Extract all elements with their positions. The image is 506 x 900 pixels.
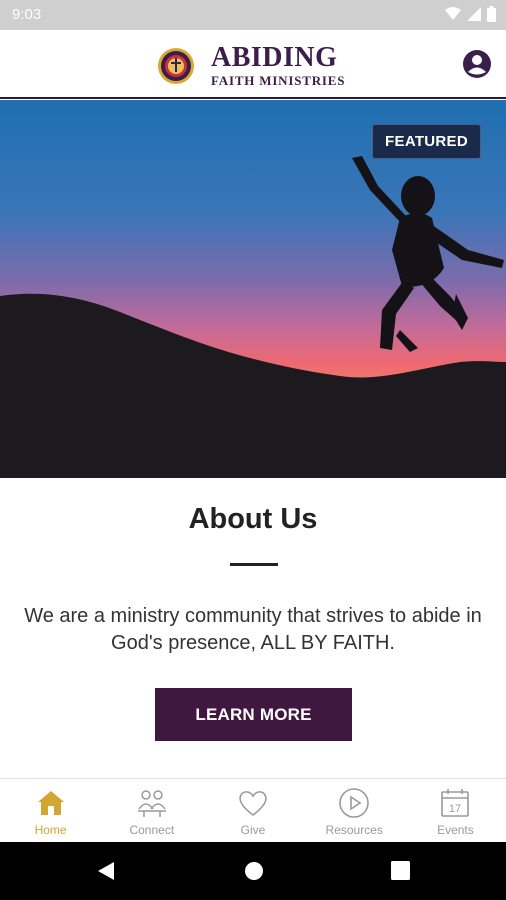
- status-bar: 9:03: [0, 0, 506, 30]
- profile-icon[interactable]: [462, 49, 492, 79]
- status-icons: [445, 6, 496, 22]
- nav-item-events[interactable]: 17 Events: [405, 779, 506, 842]
- featured-hero[interactable]: FEATURED: [0, 100, 506, 478]
- app-header: ABIDING FAITH MINISTRIES: [0, 30, 506, 99]
- nav-item-give[interactable]: Give: [202, 779, 303, 842]
- featured-badge: FEATURED: [372, 124, 481, 159]
- status-time: 9:03: [12, 6, 42, 23]
- nav-label-connect: Connect: [129, 823, 175, 837]
- calendar-icon: 17: [441, 789, 470, 817]
- battery-icon: [487, 6, 496, 22]
- back-icon[interactable]: [96, 861, 116, 881]
- learn-more-button[interactable]: LEARN MORE: [155, 688, 352, 741]
- calendar-day: 17: [449, 803, 461, 815]
- nav-label-resources: Resources: [325, 823, 383, 837]
- nav-label-home: Home: [34, 823, 67, 837]
- system-nav-bar: [0, 842, 506, 900]
- wifi-icon: [445, 7, 461, 20]
- about-title: About Us: [188, 503, 318, 535]
- about-divider: [230, 563, 278, 566]
- nav-item-connect[interactable]: Connect: [101, 779, 202, 842]
- bottom-nav: Home Connect Give Resources 17 Events: [0, 778, 506, 842]
- ministry-logo[interactable]: ABIDING FAITH MINISTRIES: [157, 44, 345, 87]
- nav-label-give: Give: [240, 823, 266, 837]
- nav-item-resources[interactable]: Resources: [304, 779, 405, 842]
- signal-icon: [467, 7, 481, 21]
- people-icon: [137, 790, 166, 817]
- home-circle-icon[interactable]: [244, 861, 264, 881]
- nav-label-events: Events: [437, 823, 474, 837]
- logo-title: ABIDING: [211, 42, 338, 73]
- play-icon: [339, 788, 370, 818]
- recents-icon[interactable]: [391, 861, 410, 880]
- about-description: We are a ministry community that strives…: [24, 605, 482, 654]
- nav-item-home[interactable]: Home: [0, 779, 101, 842]
- home-icon: [37, 791, 64, 815]
- heart-icon: [239, 791, 267, 817]
- logo-subtitle: FAITH MINISTRIES: [211, 73, 346, 88]
- logo-seal-icon: [158, 47, 194, 84]
